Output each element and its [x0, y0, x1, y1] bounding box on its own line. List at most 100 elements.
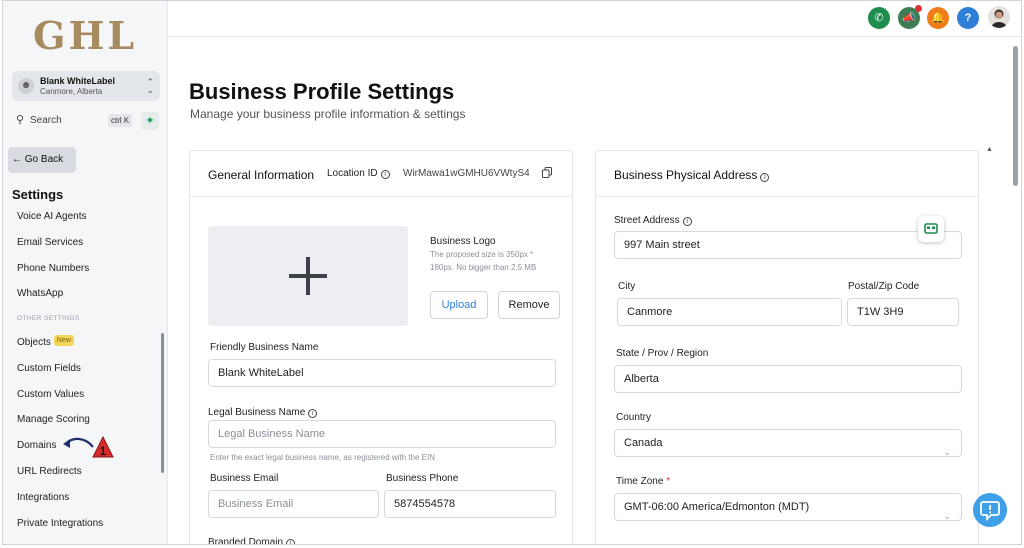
go-back-button[interactable]: ← Go Back	[8, 147, 76, 173]
chevron-updown-icon: ⌃ ⌄	[146, 77, 154, 95]
timezone-select[interactable]: GMT-06:00 America/Edmonton (MDT) ⌄	[614, 493, 962, 521]
card-title: Business Physical Address i	[614, 168, 770, 182]
account-switcher[interactable]: ☻ Blank WhiteLabel Canmore, Alberta ⌃ ⌄	[12, 71, 160, 101]
logo-upload-area[interactable]	[208, 226, 408, 326]
user-avatar-icon	[991, 9, 1007, 28]
timezone-value: GMT-06:00 America/Edmonton (MDT)	[624, 501, 810, 513]
sidebar-scrollbar[interactable]	[161, 333, 164, 473]
sidebar-item-whatsapp[interactable]: WhatsApp	[17, 283, 157, 309]
branded-domain-label-text: Branded Domain	[208, 537, 284, 545]
state-label: State / Prov / Region	[616, 348, 709, 359]
card-header: Business Physical Address i	[596, 151, 978, 197]
business-address-card: Business Physical Address i Street Addres…	[595, 150, 979, 544]
business-email-label: Business Email	[210, 473, 279, 484]
brand-logo: GHL	[33, 13, 138, 58]
search-label: Search	[30, 115, 62, 126]
phone-icon[interactable]: ✆	[868, 7, 890, 29]
sidebar-item-custom-fields[interactable]: Custom Fields	[17, 358, 157, 384]
sidebar-item-objects[interactable]: Objects New	[17, 332, 157, 358]
required-marker: *	[666, 476, 671, 487]
card-header: General Information Location ID i WirMawa…	[190, 151, 572, 197]
sidebar-item-url-redirects[interactable]: URL Redirects	[17, 461, 157, 487]
sidebar-item-email-services[interactable]: Email Services	[17, 232, 157, 258]
branded-domain-label: Branded Domain i	[208, 537, 296, 545]
page-subtitle: Manage your business profile information…	[190, 107, 466, 121]
street-address-label: Street Address i	[614, 215, 692, 226]
state-input[interactable]: Alberta	[614, 365, 962, 393]
help-icon[interactable]: ?	[957, 7, 979, 29]
contact-card-glyph	[924, 223, 938, 234]
legal-name-label-text: Legal Business Name	[208, 407, 306, 418]
legal-name-label: Legal Business Name i	[208, 407, 318, 418]
sidebar-item-manage-scoring[interactable]: Manage Scoring	[17, 409, 157, 435]
timezone-label-text: Time Zone	[616, 476, 664, 487]
info-icon: i	[760, 173, 770, 182]
remove-button[interactable]: Remove	[498, 291, 560, 319]
plus-icon-vertical	[306, 257, 310, 295]
country-select[interactable]: Canada ⌄	[614, 429, 962, 457]
callout-marker: 1	[92, 436, 114, 458]
sidebar-item-private-integrations[interactable]: Private Integrations	[17, 513, 157, 539]
contact-card-icon[interactable]	[918, 216, 944, 242]
callout-arrow-icon	[63, 437, 94, 448]
chevron-down-icon: ⌄	[943, 447, 951, 457]
card-title-text: Business Physical Address	[614, 168, 758, 182]
sidebar-item-phone-numbers[interactable]: Phone Numbers	[17, 258, 157, 284]
chat-icon	[980, 501, 1000, 522]
top-bar: ✆ 📣 🔔 ?	[168, 1, 1021, 37]
legal-name-input[interactable]: Legal Business Name	[208, 420, 556, 448]
card-title: General Information	[208, 168, 315, 182]
postal-code-label: Postal/Zip Code	[848, 281, 920, 292]
bell-icon[interactable]: 🔔	[927, 7, 949, 29]
logo-hint-line1: The proposed size is 350px *	[430, 250, 534, 259]
street-address-input[interactable]: 997 Main street	[614, 231, 962, 259]
account-location: Canmore, Alberta	[40, 87, 103, 96]
business-logo-label: Business Logo	[430, 236, 496, 247]
city-label: City	[618, 281, 636, 292]
copy-icon[interactable]	[542, 167, 552, 178]
street-address-label-text: Street Address	[614, 215, 680, 226]
main-scrollbar[interactable]	[1013, 46, 1018, 186]
business-email-input[interactable]: Business Email	[208, 490, 379, 518]
country-label: Country	[616, 412, 652, 423]
legal-name-hint: Enter the exact legal business name, as …	[210, 453, 436, 462]
chat-widget-button[interactable]	[973, 493, 1007, 527]
friendly-name-input[interactable]: Blank WhiteLabel	[208, 359, 556, 387]
new-badge: New	[53, 335, 74, 346]
postal-code-input[interactable]: T1W 3H9	[847, 298, 959, 326]
notification-dot	[915, 5, 922, 12]
logo-hint-line2: 180px. No bigger than 2.5 MB	[430, 263, 537, 272]
search-icon: ⚲	[16, 114, 25, 126]
sidebar-item-integrations[interactable]: Integrations	[17, 487, 157, 513]
info-icon: i	[380, 170, 390, 179]
sidebar: GHL ☻ Blank WhiteLabel Canmore, Alberta …	[3, 1, 168, 544]
location-id-text: Location ID	[327, 168, 378, 179]
city-input[interactable]: Canmore	[617, 298, 842, 326]
callout-number: 1	[100, 444, 107, 458]
scroll-up-icon[interactable]: ▲	[986, 146, 993, 153]
sidebar-item-voice-ai-agents[interactable]: Voice AI Agents	[17, 206, 157, 232]
settings-title: Settings	[12, 187, 64, 202]
search-box[interactable]: ⚲ Search ctrl K	[12, 112, 135, 130]
location-id-label: Location ID i	[327, 168, 390, 179]
sparkle-icon[interactable]: ✦	[141, 112, 159, 130]
user-avatar[interactable]	[988, 6, 1010, 28]
page-title: Business Profile Settings	[189, 79, 455, 104]
info-icon: i	[682, 217, 692, 226]
country-value: Canada	[624, 437, 663, 449]
upload-button[interactable]: Upload	[430, 291, 488, 319]
sidebar-item-label: Objects	[17, 337, 51, 348]
friendly-name-label: Friendly Business Name	[210, 342, 319, 353]
info-icon: i	[308, 409, 318, 418]
account-avatar-icon: ☻	[18, 78, 34, 94]
other-settings-heading: OTHER SETTINGS	[17, 315, 80, 322]
timezone-label: Time Zone *	[616, 476, 670, 487]
settings-nav: Voice AI Agents Email Services Phone Num…	[17, 206, 157, 309]
sidebar-item-custom-values[interactable]: Custom Values	[17, 384, 157, 410]
app-window: GHL ☻ Blank WhiteLabel Canmore, Alberta …	[2, 0, 1022, 545]
business-phone-label: Business Phone	[386, 473, 459, 484]
general-information-card: General Information Location ID i WirMawa…	[189, 150, 573, 545]
business-phone-input[interactable]: 5874554578	[384, 490, 556, 518]
location-id-value: WirMawa1wGMHU6VWtyS4	[403, 168, 530, 179]
info-icon: i	[286, 539, 296, 544]
